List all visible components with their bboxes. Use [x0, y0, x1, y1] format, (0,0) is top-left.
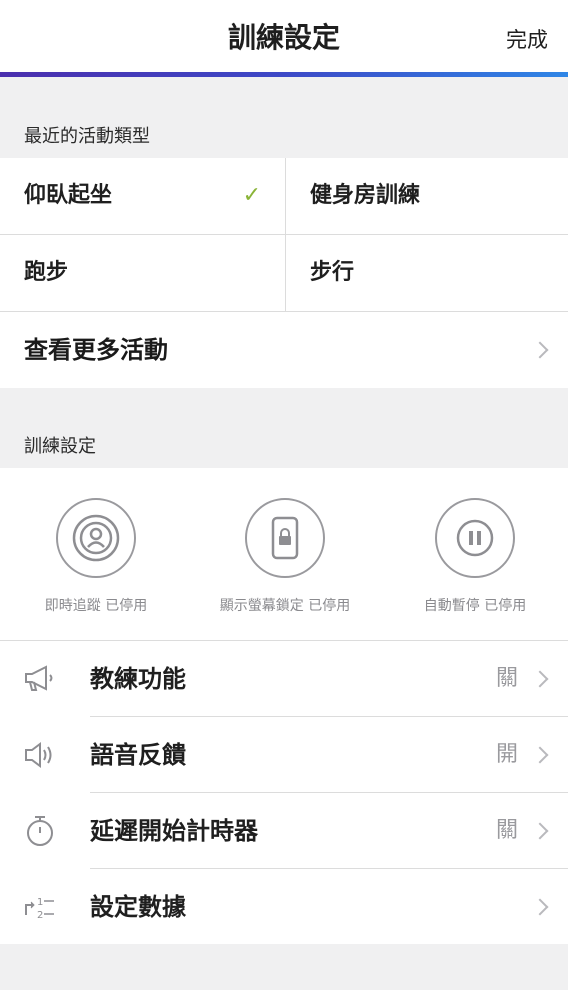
row-value: 開 [495, 742, 518, 767]
chevron-right-icon [531, 746, 549, 764]
more-activities-label: 查看更多活動 [24, 336, 168, 364]
megaphone-icon [22, 661, 58, 697]
chevron-right-icon [531, 341, 549, 359]
data-settings-icon: 1 2 [22, 889, 58, 925]
live-tracking-toggle[interactable]: 即時追蹤 已停用 [11, 498, 181, 618]
toggle-caption: 顯示螢幕鎖定 已停用 [219, 598, 351, 614]
countdown-timer-row[interactable]: 延遲開始計時器 關 [0, 793, 568, 869]
auto-pause-icon [435, 498, 515, 578]
screen-lock-icon [245, 498, 325, 578]
training-settings-header: 訓練設定 [24, 436, 96, 457]
row-value: 關 [495, 666, 518, 691]
activity-label: 跑步 [24, 260, 69, 285]
speaker-icon [22, 737, 58, 773]
stopwatch-icon [22, 813, 58, 849]
activity-cell-running[interactable]: 跑步 [0, 235, 285, 311]
row-label: 延遲開始計時器 [90, 817, 258, 845]
recent-activities-header: 最近的活動類型 [24, 126, 150, 147]
activity-label: 健身房訓練 [310, 183, 421, 208]
activity-cell-gym-training[interactable]: 健身房訓練 [286, 158, 568, 234]
chevron-right-icon [531, 898, 549, 916]
activity-cell-situps[interactable]: 仰臥起坐 ✓ [0, 158, 285, 234]
grid-divider [285, 158, 286, 311]
done-button[interactable]: 完成 [506, 0, 548, 72]
row-label: 語音反饋 [90, 741, 186, 769]
training-settings-panel: 即時追蹤 已停用 顯示螢幕鎖定 已停用 自動暫停 已停用 教練功能 關 語音反饋… [0, 468, 568, 944]
activity-cell-walking[interactable]: 步行 [286, 235, 568, 311]
svg-text:1: 1 [37, 897, 43, 908]
row-label: 教練功能 [90, 665, 186, 693]
page-title: 訓練設定 [227, 21, 340, 54]
row-value: 關 [495, 818, 518, 843]
chevron-right-icon [531, 670, 549, 688]
activity-label: 仰臥起坐 [24, 183, 113, 208]
row-label: 設定數據 [90, 893, 186, 921]
navigation-bar: 訓練設定 完成 [0, 0, 568, 72]
toggle-caption: 即時追蹤 已停用 [44, 598, 148, 614]
activity-label: 步行 [310, 260, 355, 285]
data-settings-row[interactable]: 1 2 設定數據 [0, 869, 568, 945]
toggle-caption: 自動暫停 已停用 [423, 598, 527, 614]
auto-pause-toggle[interactable]: 自動暫停 已停用 [390, 498, 560, 618]
more-activities-row[interactable]: 查看更多活動 [0, 312, 568, 388]
svg-text:2: 2 [37, 910, 43, 921]
coach-row[interactable]: 教練功能 關 [0, 641, 568, 717]
voice-feedback-row[interactable]: 語音反饋 開 [0, 717, 568, 793]
checkmark-icon: ✓ [242, 183, 261, 208]
grid-divider [0, 234, 568, 235]
accent-bar [0, 72, 568, 77]
chevron-right-icon [531, 822, 549, 840]
screen-lock-toggle[interactable]: 顯示螢幕鎖定 已停用 [200, 498, 370, 618]
live-tracking-icon [56, 498, 136, 578]
